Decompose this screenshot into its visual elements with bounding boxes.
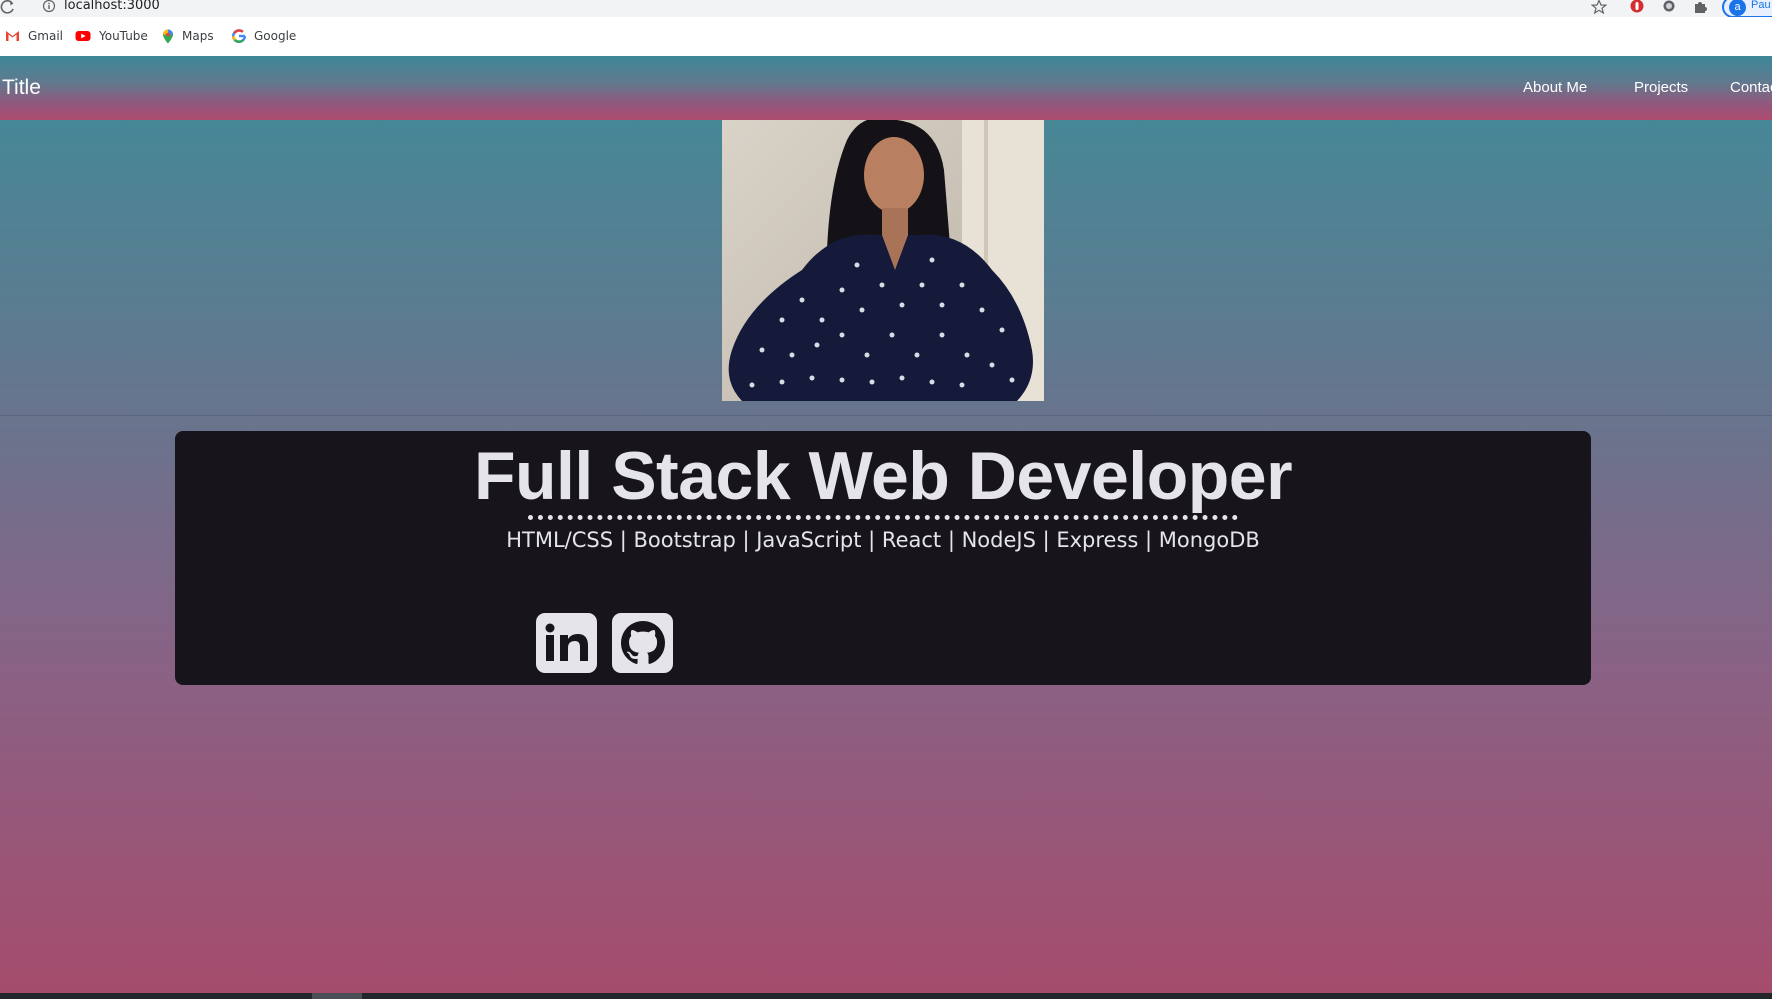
profile-avatar: a — [1729, 0, 1746, 16]
url-text[interactable]: localhost:3000 — [64, 0, 160, 14]
profile-photo — [722, 120, 1044, 401]
site-info-icon[interactable] — [42, 0, 56, 14]
profile-button[interactable]: a Pau — [1722, 0, 1772, 18]
hero-card: Full Stack Web Developer HTML/CSS | Boot… — [175, 431, 1591, 685]
linkedin-icon — [545, 623, 588, 661]
bookmark-star-icon[interactable] — [1591, 0, 1607, 14]
bookmark-label: Maps — [182, 29, 214, 43]
github-icon — [620, 621, 665, 664]
adblock-extension-icon[interactable] — [1629, 0, 1645, 14]
skills-list: HTML/CSS | Bootstrap | JavaScript | Reac… — [506, 528, 1260, 552]
hero-title: Full Stack Web Developer — [473, 438, 1293, 514]
bookmark-google[interactable]: Google — [232, 28, 296, 44]
youtube-icon — [75, 31, 91, 41]
maps-icon — [163, 29, 173, 43]
bookmark-gmail[interactable]: Gmail — [5, 28, 63, 44]
extensions-puzzle-icon[interactable] — [1693, 0, 1709, 14]
bottom-scrollbar[interactable] — [0, 993, 1772, 999]
nav-link-about-me[interactable]: About Me — [1523, 79, 1587, 96]
reload-icon[interactable] — [0, 0, 18, 14]
gmail-icon — [6, 31, 19, 41]
bookmarks-bar: Gmail YouTube Maps Google — [0, 17, 1772, 56]
extension-circle-icon[interactable] — [1661, 0, 1677, 14]
nav-link-contact[interactable]: Contac — [1730, 79, 1772, 96]
dotted-divider — [528, 515, 1238, 520]
section-divider — [0, 415, 1772, 416]
bookmark-label: Gmail — [28, 29, 64, 43]
bookmark-label: Google — [254, 29, 297, 43]
google-icon — [232, 29, 246, 43]
navbar: Title About Me Projects Contac — [0, 56, 1772, 120]
linkedin-button[interactable] — [536, 613, 597, 673]
navbar-brand[interactable]: Title — [2, 76, 41, 100]
github-button[interactable] — [612, 613, 673, 673]
bookmark-label: YouTube — [99, 29, 148, 43]
address-bar[interactable] — [32, 0, 1582, 14]
browser-toolbar: localhost:3000 a Pau — [0, 0, 1772, 18]
page-background: Title About Me Projects Contac — [0, 56, 1772, 993]
bookmark-maps[interactable]: Maps — [162, 28, 214, 44]
profile-name: Pau — [1751, 0, 1771, 11]
nav-link-projects[interactable]: Projects — [1634, 79, 1688, 96]
bookmark-youtube[interactable]: YouTube — [75, 28, 148, 44]
scrollbar-thumb[interactable] — [312, 993, 362, 999]
